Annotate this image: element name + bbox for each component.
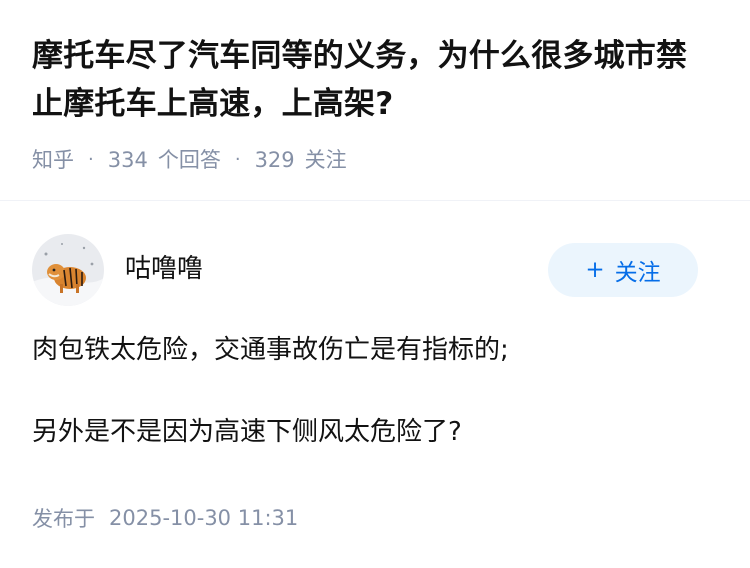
- plus-icon: +: [585, 257, 605, 283]
- answer-count-number: 334: [107, 148, 148, 172]
- meta-separator: ·: [234, 148, 241, 170]
- tiger-avatar-icon: [32, 234, 104, 306]
- section-divider: [0, 200, 750, 201]
- follower-count-number: 329: [254, 148, 295, 172]
- follow-button[interactable]: + 关注: [548, 243, 698, 297]
- meta-separator: ·: [88, 148, 94, 170]
- answer-content: 肉包铁太危险，交通事故伤亡是有指标的; 另外是不是因为高速下侧风太危险了?: [32, 330, 718, 452]
- follower-count-label: 关注: [304, 148, 347, 172]
- answer-paragraph: 肉包铁太危险，交通事故伤亡是有指标的;: [32, 335, 509, 365]
- answer-page: 摩托车尽了汽车同等的义务，为什么很多城市禁止摩托车上高速，上高架? 知乎 · 3…: [0, 0, 750, 568]
- answer-paragraph: 另外是不是因为高速下侧风太危险了?: [32, 417, 462, 447]
- answer-count[interactable]: 334 个回答: [108, 144, 221, 174]
- publish-time: 2025-10-30 11:31: [109, 506, 299, 530]
- question-header: 摩托车尽了汽车同等的义务，为什么很多城市禁止摩托车上高速，上高架? 知乎 · 3…: [0, 0, 750, 174]
- source-label[interactable]: 知乎: [32, 144, 74, 174]
- publish-label: 发布于: [32, 507, 95, 531]
- question-meta: 知乎 · 334 个回答 · 329 关注: [32, 144, 718, 174]
- follower-count[interactable]: 329 关注: [255, 144, 347, 174]
- follow-button-label: 关注: [614, 260, 661, 286]
- author-name[interactable]: 咕噜噜: [125, 248, 203, 285]
- author-row: 咕噜噜 + 关注: [32, 234, 698, 306]
- answer-count-label: 个回答: [157, 148, 221, 172]
- publish-info: 发布于 2025-10-30 11:31: [32, 500, 298, 536]
- question-title[interactable]: 摩托车尽了汽车同等的义务，为什么很多城市禁止摩托车上高速，上高架?: [32, 32, 718, 128]
- avatar[interactable]: [32, 234, 104, 306]
